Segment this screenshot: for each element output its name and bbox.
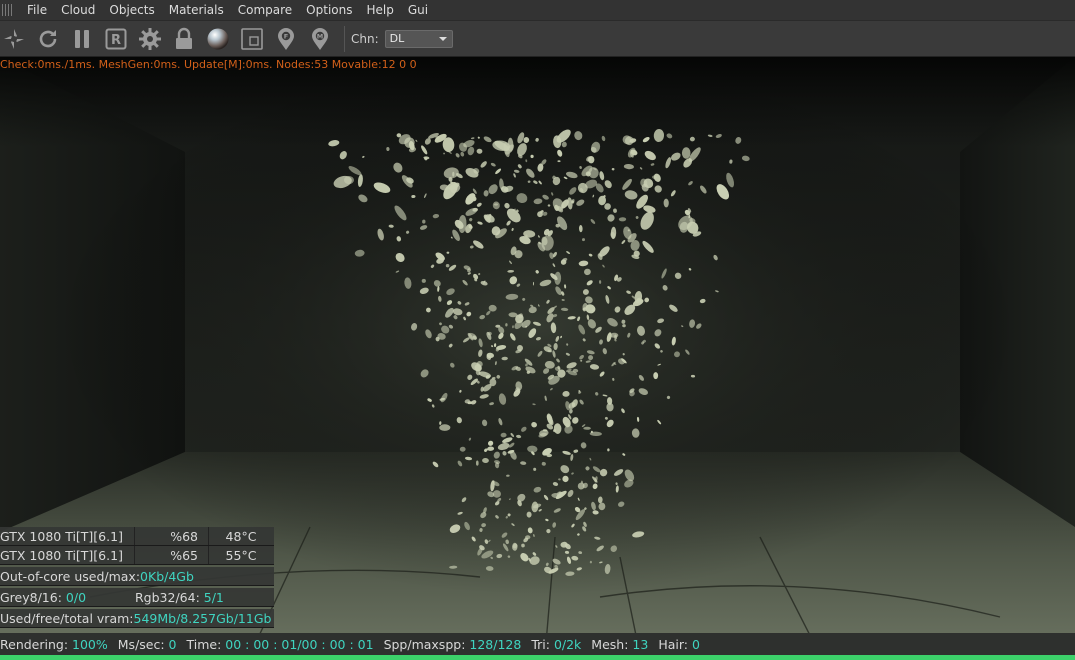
rgb-label: Rgb32/64: [135, 589, 204, 605]
hair-stat: Hair: 0 [658, 637, 700, 652]
material-sphere-icon [207, 28, 229, 49]
grey-label: Grey8/16: [0, 589, 66, 605]
send-to-octane-icon [4, 28, 24, 49]
particle [580, 359, 583, 362]
stats-panel: GTX 1080 Ti[T][6.1] %68 48°C GTX 1080 Ti… [0, 527, 274, 628]
material-sphere-button[interactable] [204, 25, 232, 53]
vram-value: 549Mb/8.257Gb/11Gb [133, 610, 272, 626]
focus-pin-icon: F [278, 27, 294, 50]
channel-label: Chn: [351, 31, 379, 46]
ms-sec-stat: Ms/sec: 0 [118, 637, 177, 652]
menu-compare[interactable]: Compare [231, 0, 299, 20]
restart-button[interactable] [34, 25, 62, 53]
menu-materials[interactable]: Materials [162, 0, 231, 20]
rendering-label: Rendering: [0, 636, 73, 652]
mesh-label: Mesh: [591, 636, 633, 652]
out-of-core-row: Out-of-core used/max: 0Kb/4Gb [0, 567, 274, 586]
render-progress-bar [0, 655, 1075, 660]
lock-button[interactable] [170, 25, 198, 53]
pause-icon [75, 29, 89, 48]
tri-value: 0/2k [553, 636, 582, 652]
r-icon: R [105, 28, 127, 49]
gpu-name: GTX 1080 Ti[T][6.1] [0, 527, 135, 545]
time-stat: Time: 00 : 00 : 01/00 : 00 : 01 [187, 637, 374, 652]
hair-label: Hair: [658, 636, 692, 652]
menu-file[interactable]: File [20, 0, 54, 20]
ms-sec-value: 0 [168, 636, 177, 652]
grip-icon[interactable] [2, 4, 14, 16]
toolbar: R F M Chn: DL [0, 20, 1075, 57]
material-pin-button[interactable]: M [306, 25, 334, 53]
render-progress-fill [0, 655, 1075, 660]
menu-options[interactable]: Options [299, 0, 359, 20]
menu-cloud[interactable]: Cloud [54, 0, 102, 20]
region-render-icon [241, 27, 263, 50]
lock-icon [176, 27, 192, 49]
mesh-value: 13 [632, 636, 649, 652]
time-value: 00 : 00 : 01/00 : 00 : 01 [225, 636, 374, 652]
texture-count-row: Grey8/16: 0/0 Rgb32/64: 5/1 [0, 588, 274, 607]
grey-value: 0/0 [65, 589, 87, 605]
menu-objects[interactable]: Objects [102, 0, 161, 20]
svg-text:F: F [284, 32, 288, 40]
time-label: Time: [186, 636, 226, 652]
render-status-bar: Rendering: 100% Ms/sec: 0 Time: 00 : 00 … [0, 633, 1075, 655]
gpu-temperature: 55°C [225, 547, 257, 563]
gpu-temperature: 48°C [225, 528, 257, 544]
vram-row: Used/free/total vram: 549Mb/8.257Gb/11Gb [0, 609, 274, 628]
spp-label: Spp/maxspp: [383, 636, 470, 652]
ms-sec-label: Ms/sec: [117, 636, 169, 652]
spp-stat: Spp/maxspp: 128/128 [384, 637, 522, 652]
tri-label: Tri: [531, 636, 554, 652]
channel-select-value: DL [389, 32, 405, 45]
rgb-value: 5/1 [203, 589, 224, 605]
status-line: Check:0ms./1ms. MeshGen:0ms. Update[M]:0… [0, 58, 417, 71]
gpu-row: GTX 1080 Ti[T][6.1] %65 55°C [0, 546, 274, 565]
toolbar-separator [344, 25, 345, 52]
svg-text:M: M [317, 32, 323, 40]
chevron-down-icon [438, 36, 447, 41]
svg-text:R: R [111, 33, 121, 48]
out-of-core-label: Out-of-core used/max: [0, 568, 141, 584]
spp-value: 128/128 [469, 636, 522, 652]
gpu-utilization: %65 [135, 546, 209, 564]
gpu-utilization: %68 [135, 527, 209, 545]
channel-select[interactable]: DL [384, 29, 453, 48]
restart-icon [39, 29, 57, 47]
region-render-button[interactable] [238, 25, 266, 53]
send-to-octane-button[interactable] [0, 25, 28, 53]
focus-pin-button[interactable]: F [272, 25, 300, 53]
gpu-row: GTX 1080 Ti[T][6.1] %68 48°C [0, 527, 274, 546]
menu-bar: File Cloud Objects Materials Compare Opt… [0, 0, 1075, 20]
gpu-name: GTX 1080 Ti[T][6.1] [0, 546, 135, 564]
particle [589, 560, 593, 564]
settings-gear-icon [139, 27, 161, 50]
render-viewport[interactable]: Check:0ms./1ms. MeshGen:0ms. Update[M]:0… [0, 57, 1075, 655]
out-of-core-value: 0Kb/4Gb [140, 568, 194, 584]
particle [475, 460, 479, 466]
r-button[interactable]: R [102, 25, 130, 53]
settings-button[interactable] [136, 25, 164, 53]
menu-help[interactable]: Help [359, 0, 400, 20]
pause-button[interactable] [68, 25, 96, 53]
menu-gui[interactable]: Gui [401, 0, 435, 20]
rendering-stat: Rendering: 100% [0, 637, 108, 652]
rendering-value: 100% [72, 636, 108, 652]
material-pin-icon: M [312, 27, 328, 50]
vram-label: Used/free/total vram: [0, 610, 134, 626]
particle [653, 372, 659, 380]
mesh-stat: Mesh: 13 [591, 637, 648, 652]
hair-value: 0 [691, 636, 700, 652]
tri-stat: Tri: 0/2k [531, 637, 581, 652]
particle [606, 402, 614, 412]
